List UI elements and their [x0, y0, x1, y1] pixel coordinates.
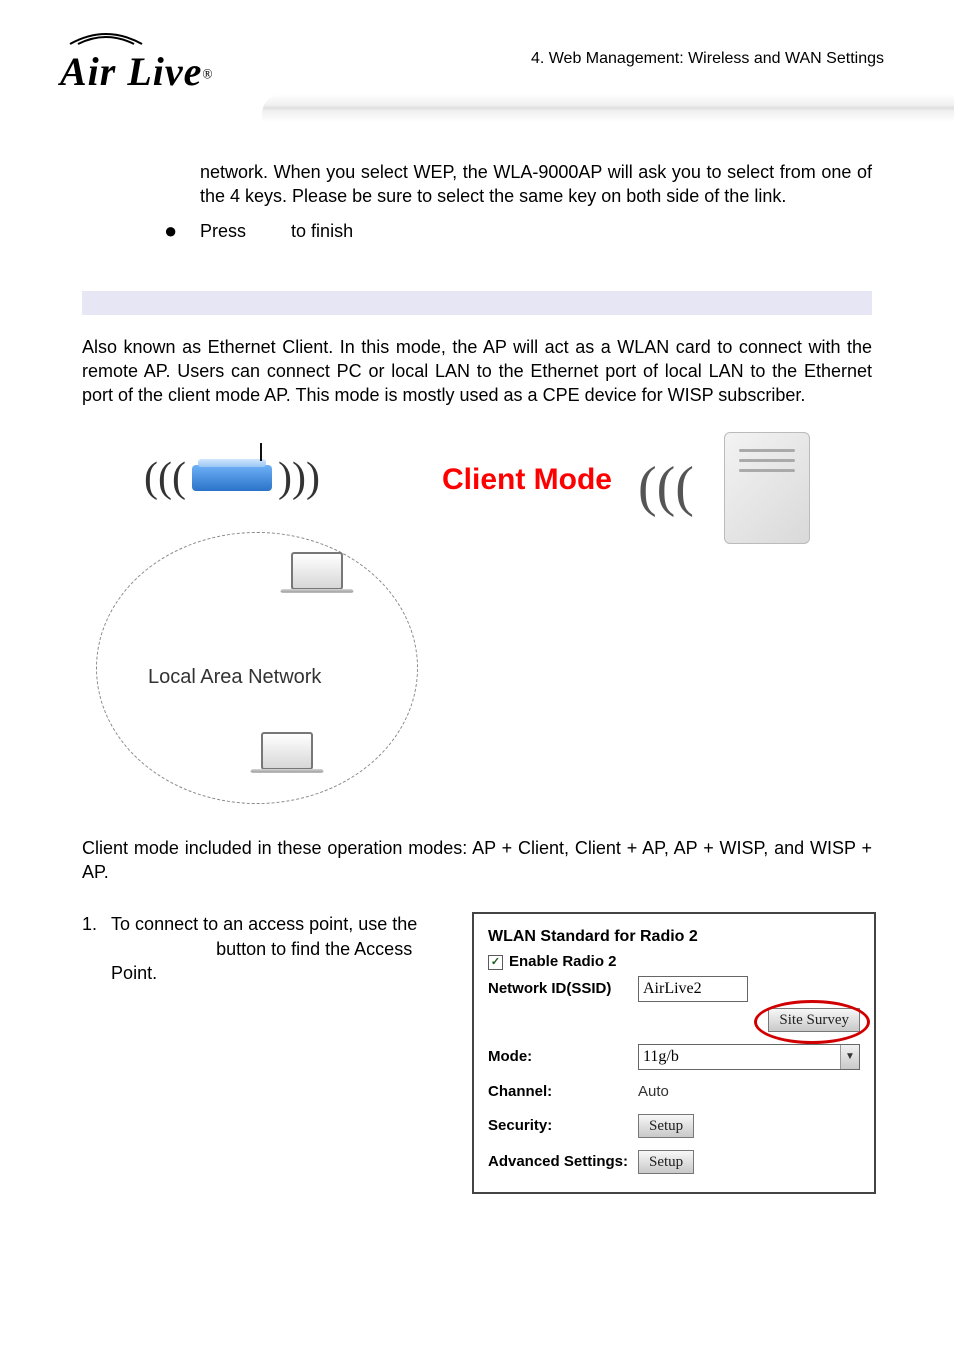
logo-text: Air Live [60, 49, 202, 94]
wave-ap-icon: ((( [638, 450, 694, 526]
wep-paragraph: network. When you select WEP, the WLA-90… [200, 160, 872, 209]
enable-radio-label: Enable Radio 2 [509, 952, 617, 972]
router-with-waves: ((( ))) [144, 450, 320, 507]
step1-line2: button to find the Access Point. [111, 939, 412, 983]
ssid-input[interactable]: AirLive2 [638, 976, 748, 1002]
advanced-label: Advanced Settings: [488, 1152, 638, 1172]
client-mode-label: Client Mode [442, 460, 612, 501]
step-1: 1. To connect to an access point, use th… [82, 912, 452, 985]
access-point-icon [724, 432, 810, 544]
channel-label: Channel: [488, 1082, 638, 1102]
wave-left-icon: ((( [144, 450, 186, 507]
panel-title: WLAN Standard for Radio 2 [488, 926, 860, 948]
mode-select[interactable]: 11g/b ▼ [638, 1044, 860, 1070]
bullet-press-finish: ● Press to finish [164, 219, 872, 243]
wave-right-icon: ))) [278, 450, 320, 507]
press-prefix: Press [200, 221, 251, 241]
chevron-down-icon: ▼ [840, 1045, 859, 1069]
client-mode-diagram: ((( ))) Client Mode ((( Local Area Netwo… [82, 432, 872, 812]
bullet-icon: ● [164, 219, 200, 243]
wlan-settings-panel: WLAN Standard for Radio 2 ✓ Enable Radio… [472, 912, 876, 1194]
channel-value: Auto [638, 1083, 669, 1100]
page-header: Air Live® 4. Web Management: Wireless an… [0, 0, 954, 120]
header-divider [262, 94, 954, 122]
access-point-group: ((( [638, 432, 810, 544]
security-label: Security: [488, 1116, 638, 1136]
main-content: network. When you select WEP, the WLA-90… [82, 160, 872, 1194]
airlive-logo: Air Live® [60, 30, 213, 95]
section-band [82, 291, 872, 315]
step-number: 1. [82, 912, 111, 985]
mode-label: Mode: [488, 1047, 638, 1067]
security-setup-button[interactable]: Setup [638, 1114, 694, 1138]
lan-label: Local Area Network [148, 664, 321, 691]
step1-line1: To connect to an access point, use the [111, 914, 417, 934]
site-survey-button[interactable]: Site Survey [768, 1008, 860, 1032]
laptop-icon [282, 552, 352, 595]
laptop-icon [252, 732, 322, 775]
client-modes-paragraph: Client mode included in these operation … [82, 836, 872, 885]
enable-radio-checkbox[interactable]: ✓ [488, 955, 503, 970]
press-suffix: to finish [291, 221, 353, 241]
client-intro: Also known as Ethernet Client. In this m… [82, 335, 872, 408]
chapter-title: 4. Web Management: Wireless and WAN Sett… [531, 50, 884, 68]
ssid-label: Network ID(SSID) [488, 979, 638, 999]
advanced-setup-button[interactable]: Setup [638, 1150, 694, 1174]
router-icon [192, 465, 272, 491]
